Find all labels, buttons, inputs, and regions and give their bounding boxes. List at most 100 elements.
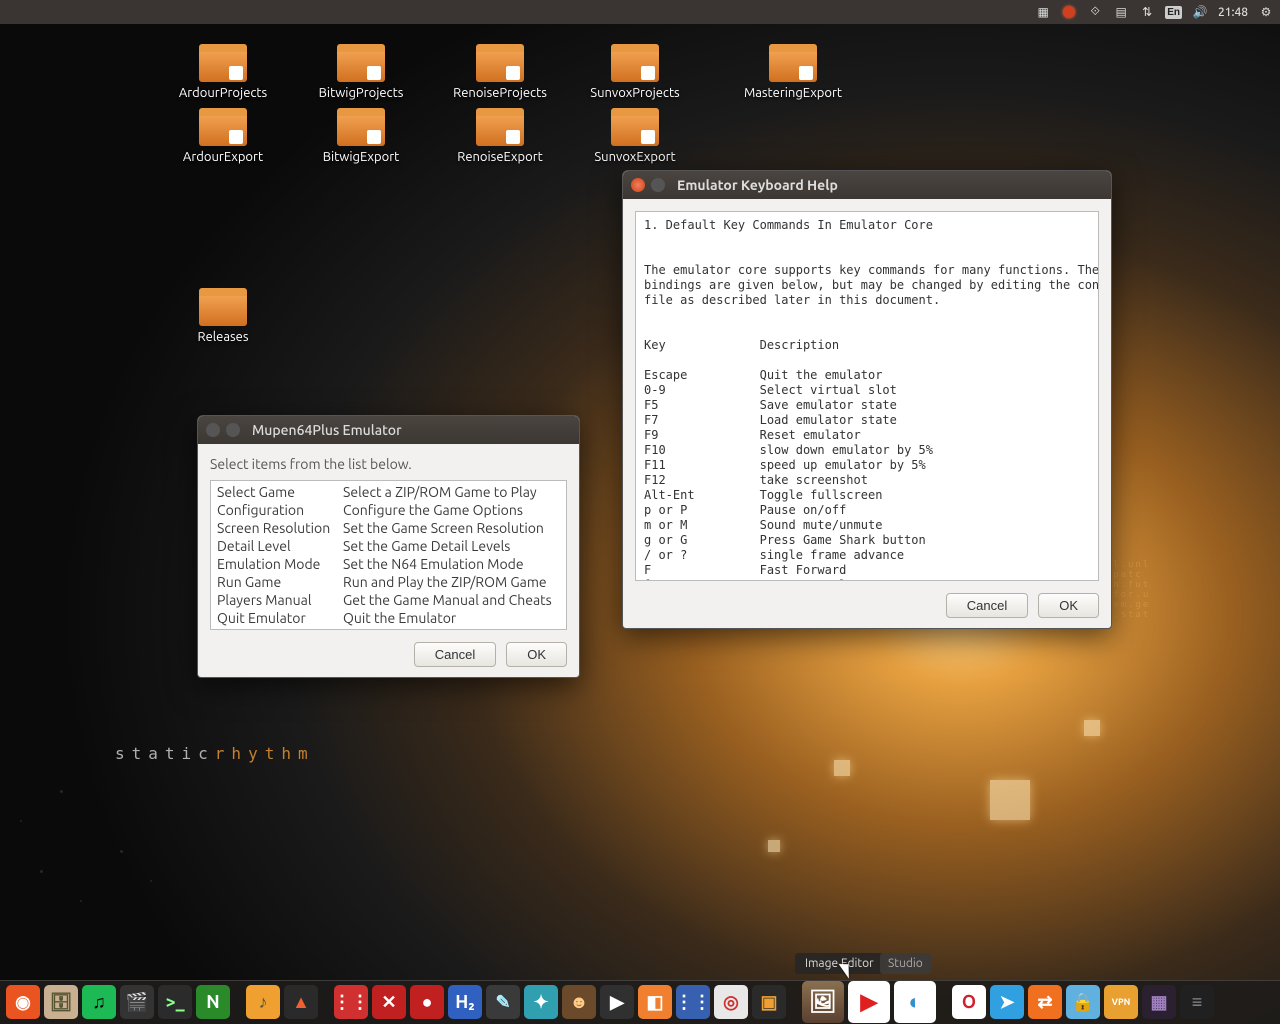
folder-label: MasteringExport	[728, 86, 858, 100]
minimize-icon[interactable]	[651, 178, 665, 192]
folder-label: BitwigExport	[296, 150, 426, 164]
folder-icon	[476, 108, 524, 146]
desktop-folder[interactable]: ArdourExport	[158, 108, 288, 164]
desktop-folder[interactable]: RenoiseExport	[435, 108, 565, 164]
folder-icon	[199, 108, 247, 146]
help-titlebar[interactable]: Emulator Keyboard Help	[623, 171, 1111, 199]
help-dialog: Emulator Keyboard Help 1. Default Key Co…	[622, 170, 1112, 629]
item-key: Emulation Mode	[217, 556, 343, 572]
desktop-folder[interactable]: ArdourProjects	[158, 44, 288, 100]
dock-red1-icon[interactable]: ⋮⋮	[334, 985, 368, 1019]
list-item[interactable]: Detail LevelSet the Game Detail Levels	[211, 537, 566, 555]
list-item[interactable]: Run GameRun and Play the ZIP/ROM Game	[211, 573, 566, 591]
dock-people-icon[interactable]: ⋮⋮	[676, 985, 710, 1019]
dock-terminal-icon[interactable]: >_	[158, 985, 192, 1019]
dock-tooltip-secondary: Studio	[880, 953, 931, 974]
cancel-button[interactable]: Cancel	[946, 593, 1028, 618]
dock-tooltip: Image Editor	[795, 953, 884, 974]
dock-cyan1-icon[interactable]: ✦	[524, 985, 558, 1019]
list-item[interactable]: Emulation ModeSet the N64 Emulation Mode	[211, 555, 566, 573]
keyboard-lang[interactable]: En	[1165, 6, 1182, 19]
folder-icon	[611, 44, 659, 82]
desktop-folder[interactable]: SunvoxProjects	[570, 44, 700, 100]
desktop-folder[interactable]: MasteringExport	[728, 44, 858, 100]
desktop-folder[interactable]: RenoiseProjects	[435, 44, 565, 100]
dock-files-icon[interactable]: 🗄	[44, 985, 78, 1019]
item-key: Players Manual	[217, 592, 343, 608]
folder-icon	[476, 44, 524, 82]
dock-text-icon[interactable]: ✎	[486, 985, 520, 1019]
mupen-dialog: Mupen64Plus Emulator Select items from t…	[197, 415, 580, 678]
gear-icon[interactable]: ⚙	[1258, 4, 1274, 20]
item-desc: Set the N64 Emulation Mode	[343, 556, 524, 572]
item-key: Run Game	[217, 574, 343, 590]
dock-music1-icon[interactable]: ♪	[246, 985, 280, 1019]
help-text[interactable]: 1. Default Key Commands In Emulator Core…	[635, 211, 1099, 581]
dock-orange2-icon[interactable]: ⇄	[1028, 985, 1062, 1019]
close-icon[interactable]	[631, 178, 645, 192]
dock-opera-icon[interactable]: O	[952, 985, 986, 1019]
list-item[interactable]: Quit EmulatorQuit the Emulator	[211, 609, 566, 627]
folder-label: Releases	[158, 330, 288, 344]
item-desc: Set the Game Detail Levels	[343, 538, 510, 554]
dock-video1-icon[interactable]: 🎬	[120, 985, 154, 1019]
record-icon[interactable]	[1061, 4, 1077, 20]
desktop-folder[interactable]: BitwigProjects	[296, 44, 426, 100]
list-prompt: Select items from the list below.	[210, 456, 567, 472]
dock-photos-icon[interactable]: 🖼	[802, 981, 844, 1023]
dock-slides-icon[interactable]: ▣	[752, 985, 786, 1019]
dock-lock-icon[interactable]: 🔒	[1066, 985, 1100, 1019]
dock-red2-icon[interactable]: ✕	[372, 985, 406, 1019]
item-desc: Quit the Emulator	[343, 610, 456, 626]
desktop-folder[interactable]: Releases	[158, 288, 288, 344]
dock-tele-icon[interactable]: ➤	[990, 985, 1024, 1019]
item-key: Detail Level	[217, 538, 343, 554]
dock-bitwig-icon[interactable]: ▲	[284, 985, 318, 1019]
mupen-titlebar[interactable]: Mupen64Plus Emulator	[198, 416, 579, 444]
minimize-icon[interactable]	[226, 423, 240, 437]
dock-shutter-icon[interactable]: ◐	[894, 981, 936, 1023]
network-updown-icon[interactable]: ⇅	[1139, 4, 1155, 20]
dock-dark2-icon[interactable]: ≡	[1180, 985, 1214, 1019]
window-title: Mupen64Plus Emulator	[252, 422, 402, 438]
dock-h2-icon[interactable]: H₂	[448, 985, 482, 1019]
list-item[interactable]: Screen ResolutionSet the Game Screen Res…	[211, 519, 566, 537]
item-desc: Configure the Game Options	[343, 502, 523, 518]
item-key: Select Game	[217, 484, 343, 500]
dock-red3-icon[interactable]: ●	[410, 985, 444, 1019]
item-desc: Run and Play the ZIP/ROM Game	[343, 574, 547, 590]
ok-button[interactable]: OK	[1038, 593, 1099, 618]
dock-video2-icon[interactable]: ▶	[600, 985, 634, 1019]
dock-spotify-icon[interactable]: ♫	[82, 985, 116, 1019]
calendar-icon[interactable]: ▤	[1113, 4, 1129, 20]
dock-ubuntu-icon[interactable]: ◉	[6, 985, 40, 1019]
dock: ◉🗄♫🎬>_N♪▲⋮⋮✕●H₂✎✦☻▶◧⋮⋮◎▣🖼▶◐O➤⇄🔒VPN▦≡	[0, 980, 1280, 1024]
list-item[interactable]: Players ManualGet the Game Manual and Ch…	[211, 591, 566, 609]
ok-button[interactable]: OK	[506, 642, 567, 667]
dock-brown1-icon[interactable]: ☻	[562, 985, 596, 1019]
list-item[interactable]: ConfigurationConfigure the Game Options	[211, 501, 566, 519]
item-desc: Get the Game Manual and Cheats	[343, 592, 552, 608]
item-key: Configuration	[217, 502, 343, 518]
dock-youtube-icon[interactable]: ▶	[848, 981, 890, 1023]
cancel-button[interactable]: Cancel	[414, 642, 496, 667]
wallpaper-brand: staticrhythm	[115, 744, 315, 763]
list-item[interactable]: Select GameSelect a ZIP/ROM Game to Play	[211, 483, 566, 501]
close-icon[interactable]	[206, 423, 220, 437]
desktop-folder[interactable]: SunvoxExport	[570, 108, 700, 164]
desktop-folder[interactable]: BitwigExport	[296, 108, 426, 164]
clock[interactable]: 21:48	[1218, 6, 1248, 19]
dock-dark1-icon[interactable]: ▦	[1142, 985, 1176, 1019]
dock-n64-icon[interactable]: N	[196, 985, 230, 1019]
volume-icon[interactable]: 🔊	[1192, 4, 1208, 20]
network-wireless-icon[interactable]: ⟐	[1087, 4, 1103, 20]
dock-white1-icon[interactable]: ◎	[714, 985, 748, 1019]
item-desc: Select a ZIP/ROM Game to Play	[343, 484, 537, 500]
dock-orange1-icon[interactable]: ◧	[638, 985, 672, 1019]
item-key: Screen Resolution	[217, 520, 343, 536]
option-list[interactable]: Select GameSelect a ZIP/ROM Game to Play…	[210, 480, 567, 630]
dock-vpn-icon[interactable]: VPN	[1104, 985, 1138, 1019]
item-desc: Set the Game Screen Resolution	[343, 520, 544, 536]
item-key: Quit Emulator	[217, 610, 343, 626]
apps-icon[interactable]: ▦	[1035, 4, 1051, 20]
